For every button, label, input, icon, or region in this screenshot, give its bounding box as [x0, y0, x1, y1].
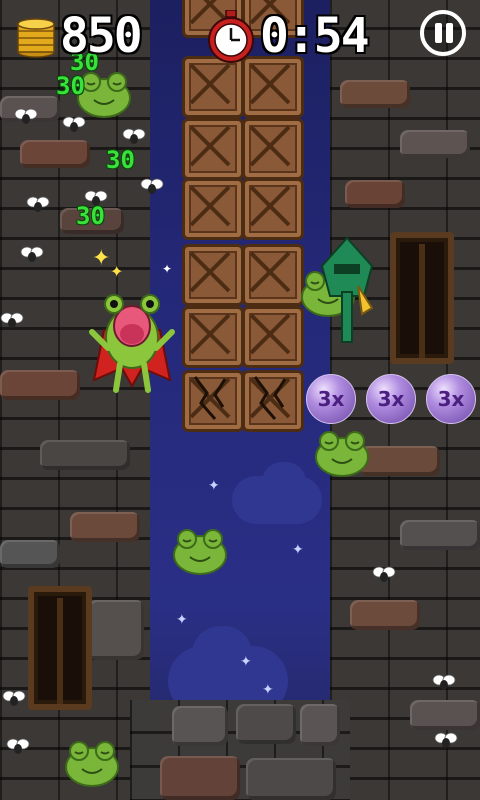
timer-text: 0:54 [260, 8, 370, 64]
wooden-crate [242, 244, 304, 306]
wooden-crate [242, 56, 304, 118]
stone [300, 704, 340, 746]
stone [0, 370, 80, 400]
star-icon: ✦ [292, 542, 304, 558]
star-icon: ✦ [262, 682, 274, 698]
wooden-crate [182, 244, 244, 306]
stone [0, 540, 60, 568]
star-icon: ✦ [208, 478, 220, 494]
fly-icon[interactable] [26, 196, 50, 214]
wooden-crate [242, 178, 304, 240]
sparkle-icon: ✦ [162, 262, 173, 276]
knight-guard [320, 236, 374, 343]
fly-icon[interactable] [434, 732, 458, 750]
coin-count: 850 [60, 8, 143, 64]
stone [350, 600, 420, 630]
stone [236, 704, 296, 744]
wooden-crate [182, 306, 244, 368]
fly-icon[interactable] [0, 312, 24, 330]
sparkle-icon: ✦ [92, 246, 111, 271]
cracked-crate [182, 370, 244, 432]
frog-head-icon[interactable] [64, 738, 120, 788]
sparkle-icon: ✦ [110, 262, 124, 281]
player-frog [89, 294, 175, 393]
stone [88, 600, 144, 660]
fly-icon[interactable] [6, 738, 30, 756]
coin-stack-icon [17, 18, 55, 58]
stone [246, 758, 336, 800]
fly-icon[interactable] [20, 246, 44, 264]
wooden-crate [182, 56, 244, 118]
stone [20, 140, 90, 168]
multiplier-bubble[interactable]: 3x [306, 374, 356, 424]
wooden-crate [182, 118, 244, 180]
score-popup: 30 [106, 146, 135, 174]
score-popup: 30 [56, 72, 85, 100]
star-icon: ✦ [240, 654, 252, 670]
wooden-crate [182, 178, 244, 240]
multiplier-bubble[interactable]: 3x [426, 374, 476, 424]
stone [400, 520, 480, 550]
stone [345, 180, 405, 208]
fly-icon[interactable] [432, 674, 456, 692]
fly-icon[interactable] [372, 566, 396, 584]
multiplier-bubble[interactable]: 3x [366, 374, 416, 424]
stone [70, 512, 140, 542]
stopwatch-icon [208, 10, 254, 63]
stone [400, 130, 470, 158]
wooden-door-left [28, 586, 92, 710]
score-popup: 30 [76, 202, 105, 230]
frog-head-icon[interactable] [172, 526, 228, 576]
fly-icon[interactable] [2, 690, 26, 708]
fly-icon[interactable] [140, 178, 164, 196]
stone [160, 756, 240, 800]
cracked-crate [242, 370, 304, 432]
pause-button[interactable] [420, 10, 466, 56]
stone [340, 80, 410, 108]
stone [40, 440, 130, 470]
frog-head-icon[interactable] [314, 428, 370, 478]
fly-icon[interactable] [14, 108, 38, 126]
fly-icon[interactable] [62, 116, 86, 134]
stone [410, 700, 480, 730]
wooden-crate [242, 118, 304, 180]
wooden-crate [242, 306, 304, 368]
cloud [262, 462, 306, 502]
stone [172, 706, 228, 746]
stone [360, 446, 440, 476]
fly-icon[interactable] [122, 128, 146, 146]
star-icon: ✦ [176, 612, 188, 628]
wooden-door-right [390, 232, 454, 364]
